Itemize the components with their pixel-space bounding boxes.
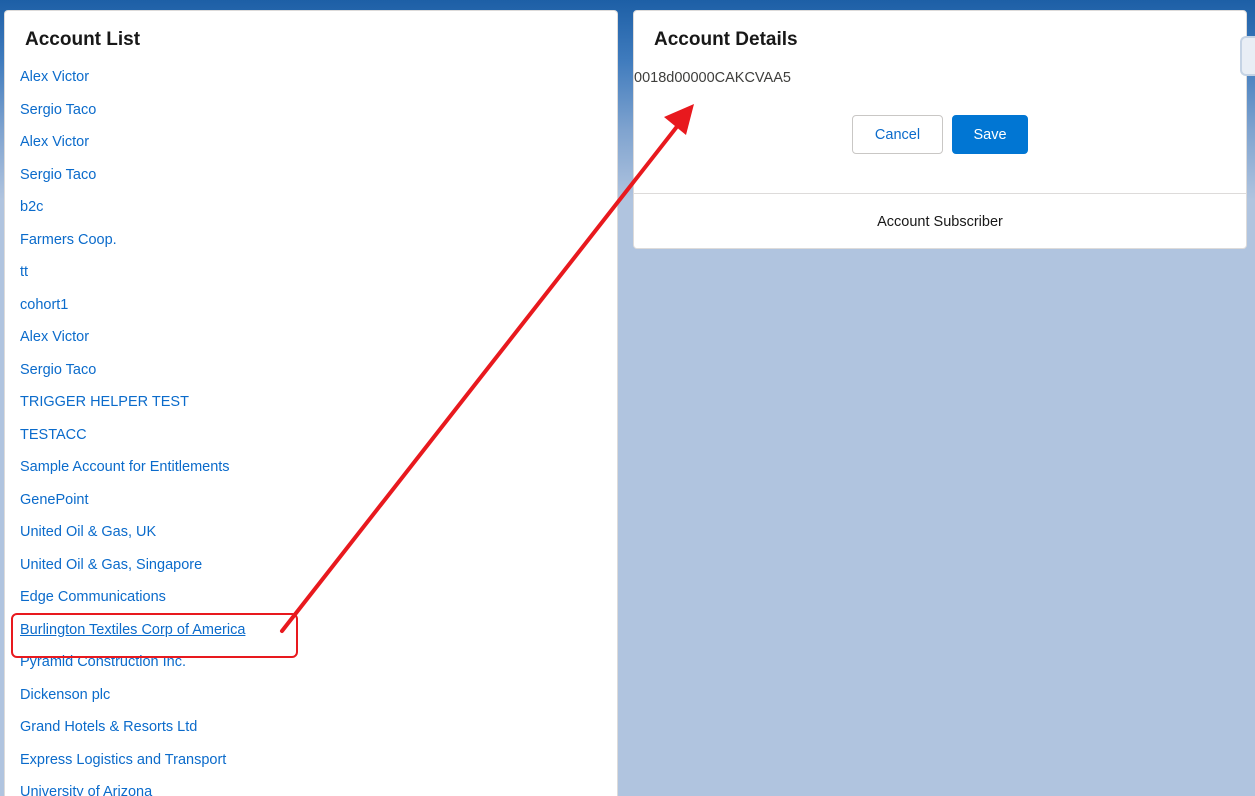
account-list-item[interactable]: Pyramid Construction Inc. (20, 650, 245, 683)
account-list-item[interactable]: Alex Victor (20, 130, 245, 163)
card-divider (634, 193, 1246, 194)
account-list-item[interactable]: Express Logistics and Transport (20, 748, 245, 781)
record-id-text: 0018d00000CAKCVAA5 (634, 70, 791, 86)
account-list-item[interactable]: Dickenson plc (20, 683, 245, 716)
utility-bar-tab[interactable] (1240, 36, 1255, 76)
account-list-item[interactable]: TRIGGER HELPER TEST (20, 390, 245, 423)
save-button[interactable]: Save (952, 115, 1028, 154)
account-list-item[interactable]: GenePoint (20, 488, 245, 521)
account-list-item[interactable]: Alex Victor (20, 65, 245, 98)
account-list-item[interactable]: Alex Victor (20, 325, 245, 358)
account-list-item[interactable]: Edge Communications (20, 585, 245, 618)
account-list-item[interactable]: b2c (20, 195, 245, 228)
account-list: Alex Victor Sergio Taco Alex Victor Sergio … (20, 65, 245, 796)
account-list-item[interactable]: United Oil & Gas, Singapore (20, 553, 245, 586)
account-list-item[interactable]: Burlington Textiles Corp of America (20, 618, 245, 651)
cancel-button[interactable]: Cancel (852, 115, 943, 154)
account-list-item[interactable]: tt (20, 260, 245, 293)
account-list-item[interactable]: Sergio Taco (20, 98, 245, 131)
account-list-item[interactable]: Sergio Taco (20, 358, 245, 391)
account-list-item[interactable]: Farmers Coop. (20, 228, 245, 261)
account-list-card: Account List Alex Victor Sergio Taco Alex … (4, 10, 618, 796)
account-list-title: Account List (25, 29, 141, 50)
account-list-item[interactable]: Sergio Taco (20, 163, 245, 196)
account-list-item[interactable]: United Oil & Gas, UK (20, 520, 245, 553)
account-list-item[interactable]: cohort1 (20, 293, 245, 326)
account-list-item[interactable]: Sample Account for Entitlements (20, 455, 245, 488)
account-list-item[interactable]: University of Arizona (20, 780, 245, 796)
account-details-title: Account Details (654, 29, 798, 50)
account-details-card: Account Details 0018d00000CAKCVAA5 Cance… (633, 10, 1247, 249)
account-list-item[interactable]: Grand Hotels & Resorts Ltd (20, 715, 245, 748)
account-subscriber-label: Account Subscriber (877, 214, 1003, 230)
account-list-item[interactable]: TESTACC (20, 423, 245, 456)
